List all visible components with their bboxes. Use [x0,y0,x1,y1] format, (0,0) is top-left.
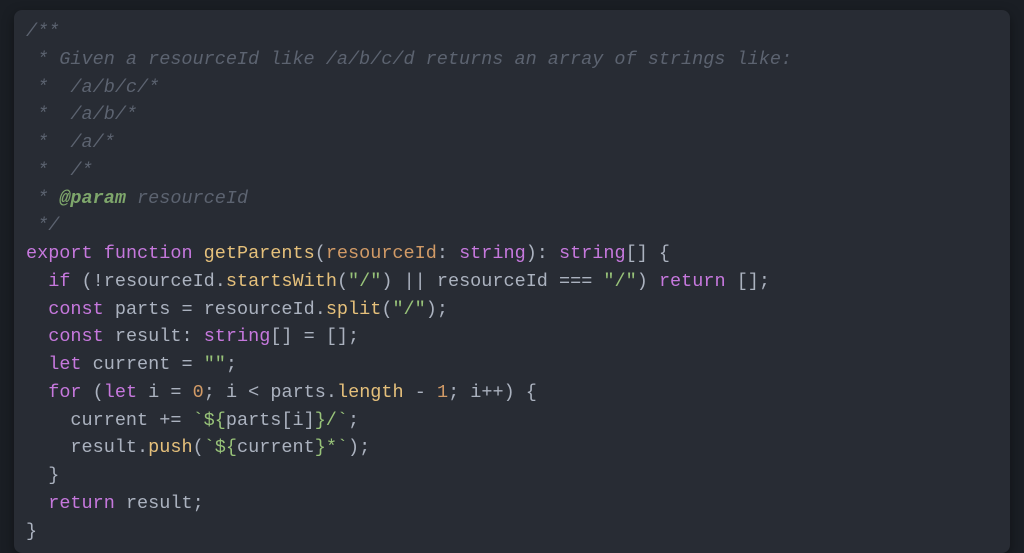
function-name: getParents [204,243,315,264]
keyword-return: return [659,271,726,292]
comment-line: * /a/b/c/* [26,77,159,98]
comment-line: /** [26,21,59,42]
keyword-export: export [26,243,93,264]
keyword-for: for [48,382,81,403]
ident: i [470,382,481,403]
punct: [] = []; [270,326,359,347]
punct: ) [637,271,659,292]
punct: = [170,382,192,403]
code-content: /** * Given a resourceId like /a/b/c/d r… [26,21,792,542]
keyword-const: const [48,299,104,320]
ident: result [70,437,137,458]
punct: ; [193,493,204,514]
punct: ; [204,382,226,403]
template-string: }/` [315,410,348,431]
template-string: `${ [193,410,226,431]
string: "" [204,354,226,375]
comment-line: */ [26,215,59,236]
ident: parts [270,382,326,403]
punct: = [181,299,203,320]
comment-line: * /* [26,160,93,181]
method: push [148,437,192,458]
ident: current [70,410,148,431]
punct: ++) { [481,382,537,403]
method: split [326,299,382,320]
keyword-if: if [48,271,70,292]
punct: = [181,354,203,375]
comment-line: * /a/b/* [26,104,137,125]
ident: current [237,437,315,458]
ident: parts[i] [226,410,315,431]
number: 0 [193,382,204,403]
ident: result [115,326,182,347]
keyword-function: function [104,243,193,264]
number: 1 [437,382,448,403]
ident: result [126,493,193,514]
punct: (! [82,271,104,292]
punct: === [548,271,604,292]
param-name: resourceId [326,243,437,264]
punct: } [26,521,37,542]
punct: : [437,243,459,264]
punct: ( [315,243,326,264]
punct: . [326,382,337,403]
punct: : [181,326,203,347]
type: string [459,243,526,264]
punct: < [248,382,270,403]
punct: ): [526,243,559,264]
doc-tag-param: @param [59,188,126,209]
punct: ; [448,382,470,403]
type: string [204,326,271,347]
string: "/" [603,271,636,292]
ident: i [226,382,237,403]
ident: resourceId [204,299,315,320]
keyword-const: const [48,326,104,347]
property: length [337,382,404,403]
punct: ( [381,299,392,320]
punct: ( [93,382,104,403]
keyword-return: return [48,493,115,514]
code-editor: /** * Given a resourceId like /a/b/c/d r… [14,10,1010,553]
ident: parts [115,299,171,320]
punct: ( [337,271,348,292]
punct: . [315,299,326,320]
punct: ( [193,437,204,458]
comment-line: * Given a resourceId like /a/b/c/d retur… [26,49,792,70]
punct: [] { [626,243,670,264]
type: string [559,243,626,264]
punct: . [215,271,226,292]
punct: ) || [381,271,437,292]
ident: resourceId [104,271,215,292]
comment-doc-prefix: * [26,188,59,209]
punct: ; [226,354,237,375]
punct: ; [348,410,359,431]
comment-line: * /a/* [26,132,115,153]
punct: ); [348,437,370,458]
template-string: }*` [315,437,348,458]
ident: current [93,354,171,375]
doc-param-name: resourceId [126,188,248,209]
ident: resourceId [437,271,548,292]
punct: - [415,382,437,403]
punct: ; [759,271,770,292]
punct: } [48,465,59,486]
template-string: `${ [204,437,237,458]
string: "/" [392,299,425,320]
punct: . [137,437,148,458]
punct: [] [737,271,759,292]
keyword-let: let [48,354,81,375]
punct: ); [426,299,448,320]
method: startsWith [226,271,337,292]
ident: i [148,382,159,403]
keyword-let: let [104,382,137,403]
string: "/" [348,271,381,292]
punct: += [159,410,192,431]
